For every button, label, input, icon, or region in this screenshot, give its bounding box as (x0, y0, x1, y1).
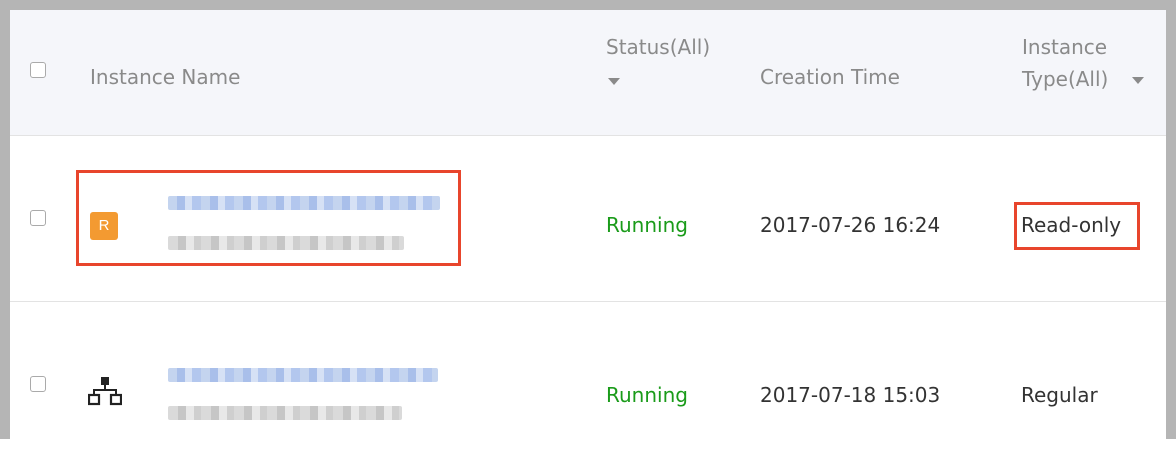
status-badge: Running (606, 213, 688, 237)
status-filter-caret-icon[interactable] (608, 78, 620, 85)
table-row: R Running 2017-07-26 16:24 Read-only (10, 136, 1166, 302)
select-all-checkbox[interactable] (30, 62, 46, 78)
instance-name-highlight-box (76, 170, 461, 266)
instance-type: Read-only (1021, 213, 1122, 237)
table-header: Instance Name Status(All) Creation Time … (10, 10, 1166, 136)
column-header-creation-time[interactable]: Creation Time (760, 62, 900, 92)
status-filter-label[interactable]: Status(All) (606, 32, 710, 62)
instance-type-label-line1[interactable]: Instance (1022, 32, 1107, 62)
topology-icon (88, 377, 122, 406)
table-row: Running 2017-07-18 15:03 Regular (10, 302, 1166, 467)
row-checkbox[interactable] (30, 376, 46, 392)
instance-name-link[interactable] (168, 196, 440, 210)
status-badge: Running (606, 383, 688, 407)
creation-time: 2017-07-18 15:03 (760, 383, 941, 407)
instance-id-text (168, 236, 404, 250)
creation-time: 2017-07-26 16:24 (760, 213, 941, 237)
instance-name-link[interactable] (168, 368, 438, 382)
read-only-badge-icon: R (90, 212, 118, 240)
column-header-instance-type[interactable]: Instance Type(All) (1022, 32, 1162, 102)
instance-type-filter-caret-icon[interactable] (1132, 77, 1144, 84)
column-header-instance-name[interactable]: Instance Name (90, 62, 240, 92)
instance-table: Instance Name Status(All) Creation Time … (0, 0, 1176, 467)
column-header-status[interactable]: Status(All) (606, 32, 736, 102)
instance-type-filter-label[interactable]: Type(All) (1022, 64, 1108, 94)
row-checkbox[interactable] (30, 210, 46, 226)
instance-type: Regular (1021, 383, 1098, 407)
instance-id-text (168, 406, 402, 420)
